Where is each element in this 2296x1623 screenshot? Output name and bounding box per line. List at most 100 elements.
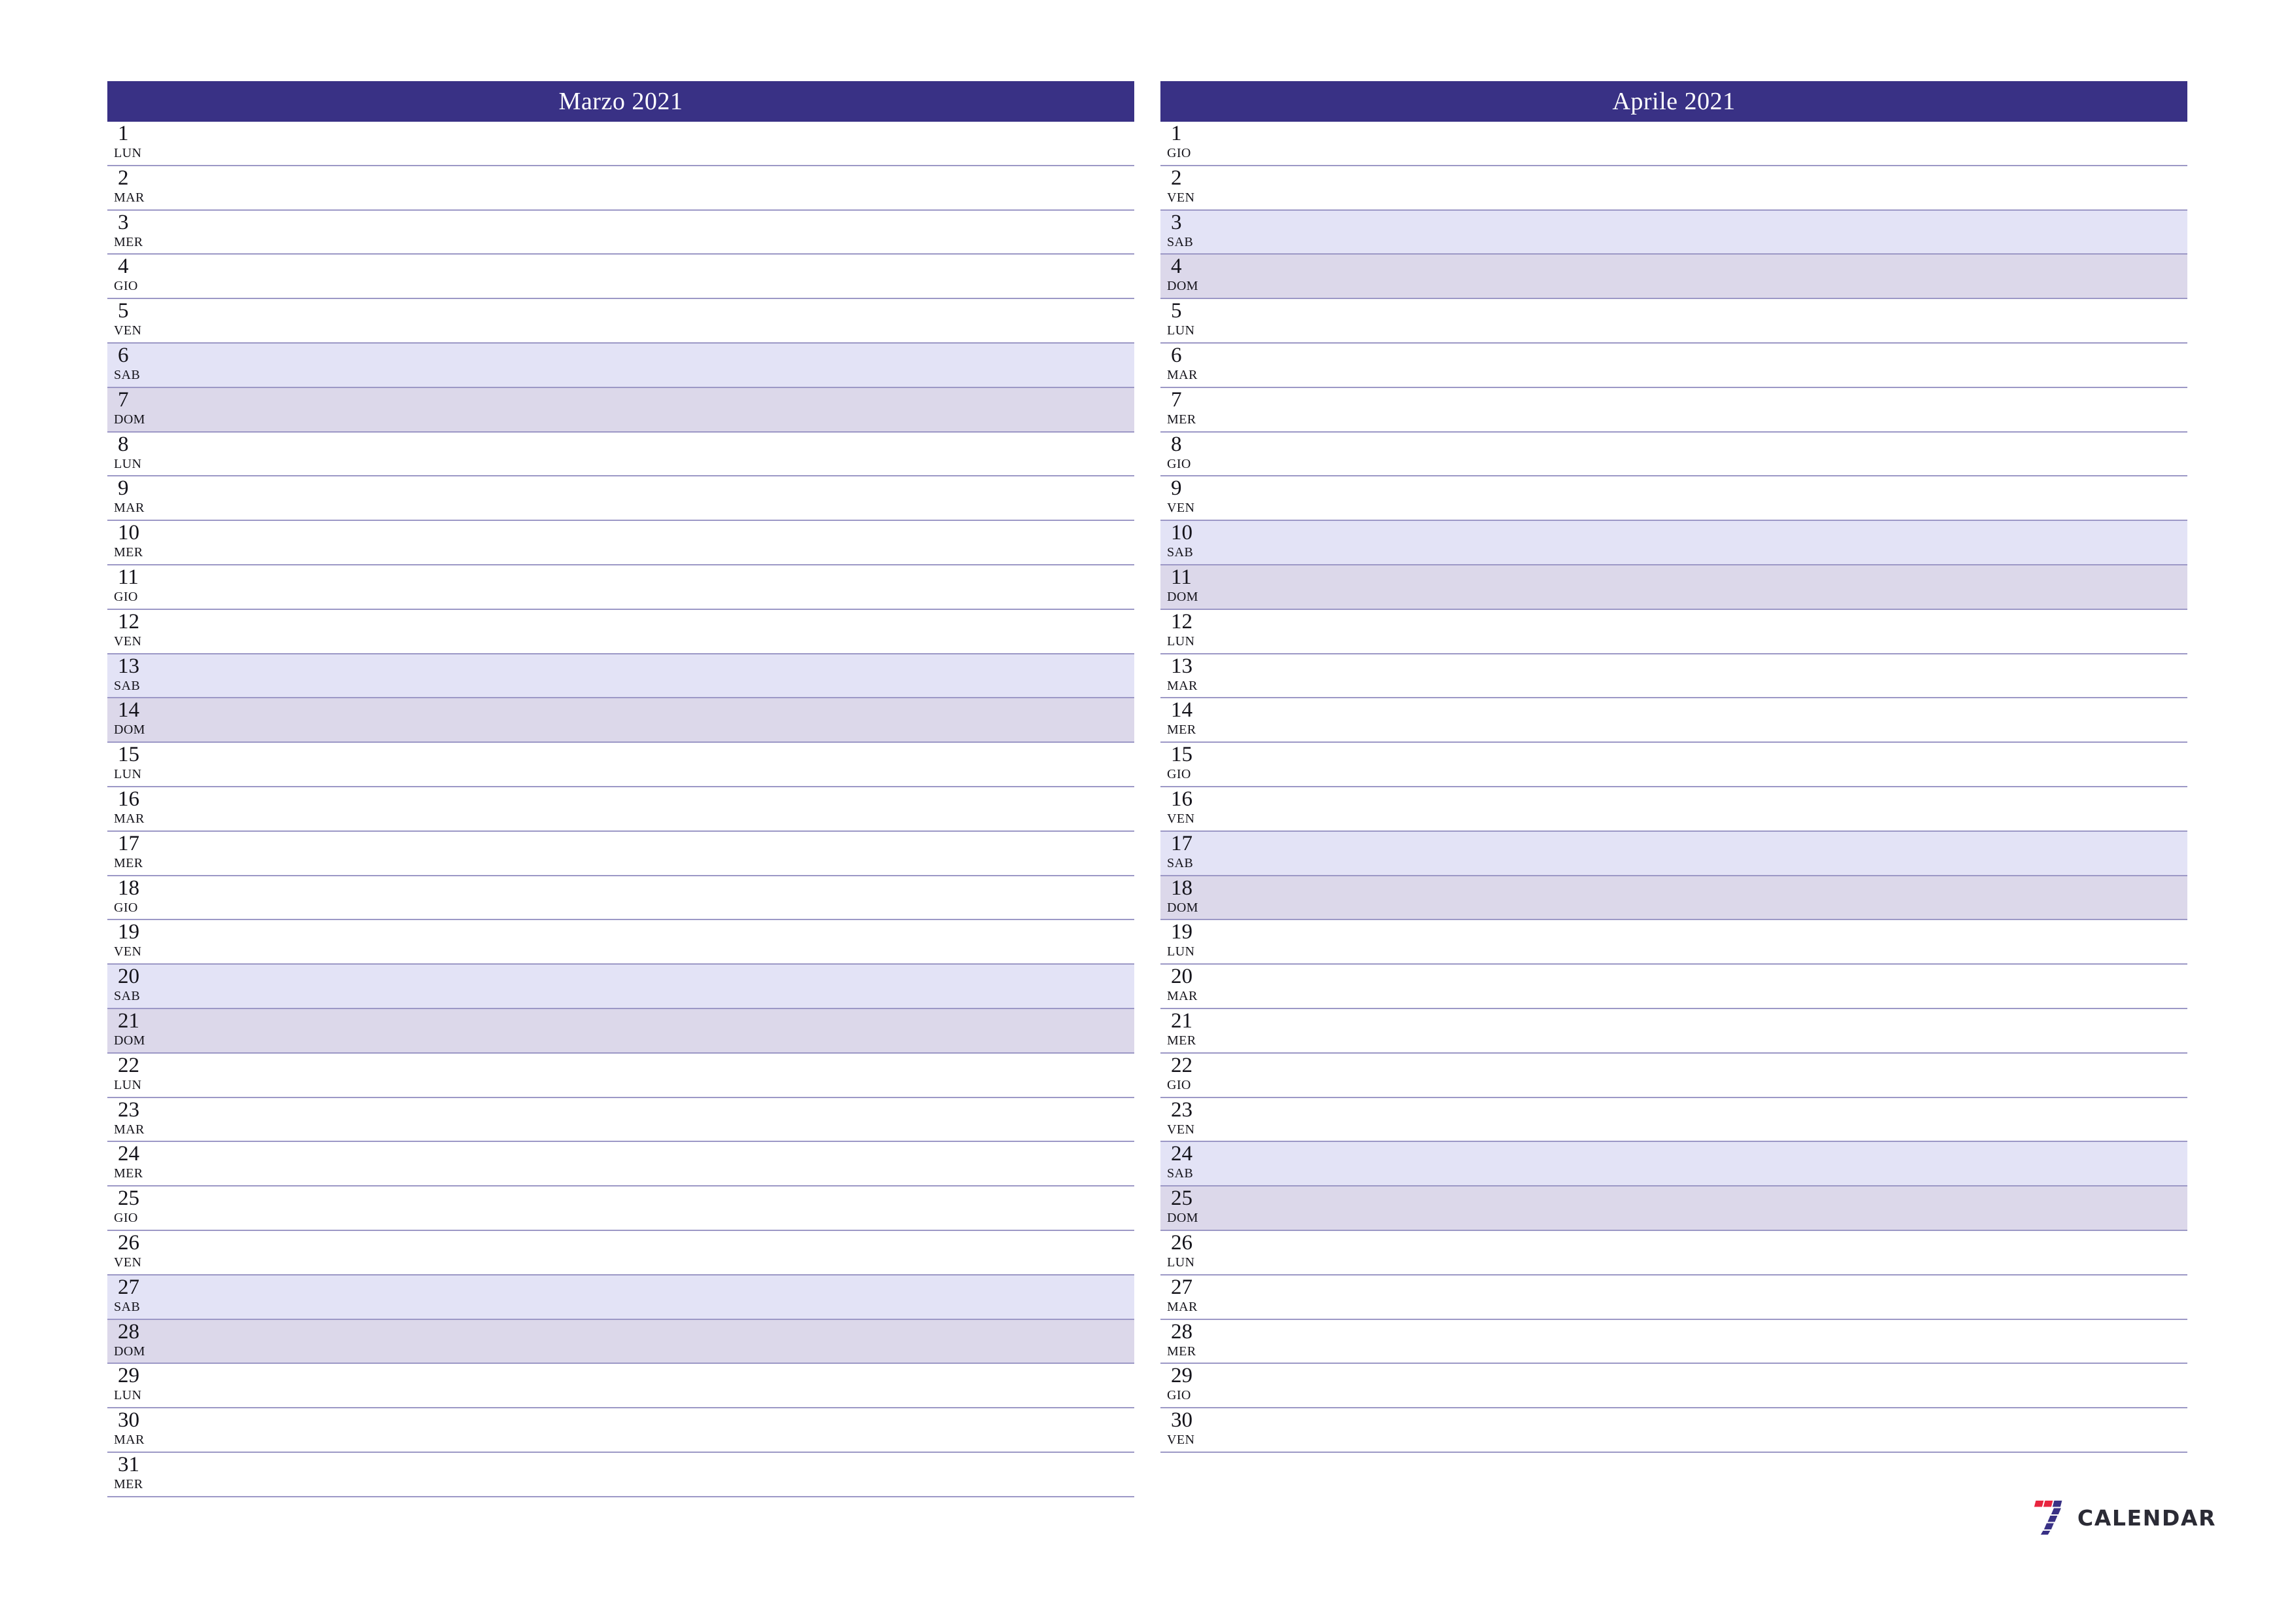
day-note-area[interactable] (186, 1275, 1134, 1319)
day-row[interactable]: 2 VEN (1160, 166, 2187, 211)
day-row[interactable]: 3 MER (107, 210, 1134, 255)
day-note-area[interactable] (186, 299, 1134, 342)
day-row[interactable]: 25 DOM (1160, 1186, 2187, 1231)
day-row[interactable]: 26 LUN (1160, 1230, 2187, 1275)
day-row[interactable]: 7 MER (1160, 387, 2187, 433)
day-note-area[interactable] (1239, 1364, 2187, 1407)
day-row[interactable]: 17 MER (107, 831, 1134, 876)
day-note-area[interactable] (186, 521, 1134, 564)
day-note-area[interactable] (1239, 344, 2187, 387)
day-row[interactable]: 19 LUN (1160, 920, 2187, 965)
day-row[interactable]: 16 MAR (107, 787, 1134, 832)
day-note-area[interactable] (1239, 920, 2187, 963)
day-note-area[interactable] (1239, 565, 2187, 609)
day-row[interactable]: 15 GIO (1160, 743, 2187, 787)
day-note-area[interactable] (186, 1098, 1134, 1141)
day-row[interactable]: 12 VEN (107, 609, 1134, 654)
day-row[interactable]: 30 VEN (1160, 1408, 2187, 1453)
day-note-area[interactable] (1239, 388, 2187, 431)
day-note-area[interactable] (1239, 610, 2187, 653)
day-row[interactable]: 29 GIO (1160, 1364, 2187, 1409)
day-note-area[interactable] (186, 565, 1134, 609)
day-note-area[interactable] (186, 876, 1134, 919)
day-row[interactable]: 14 MER (1160, 698, 2187, 743)
day-note-area[interactable] (1239, 876, 2187, 919)
day-row[interactable]: 18 DOM (1160, 876, 2187, 921)
day-note-area[interactable] (1239, 965, 2187, 1008)
day-row[interactable]: 20 MAR (1160, 965, 2187, 1009)
day-row[interactable]: 1 LUN (107, 122, 1134, 166)
day-row[interactable]: 24 SAB (1160, 1142, 2187, 1187)
day-note-area[interactable] (1239, 1009, 2187, 1052)
day-note-area[interactable] (1239, 743, 2187, 786)
day-note-area[interactable] (1239, 654, 2187, 698)
day-row[interactable]: 27 SAB (107, 1275, 1134, 1320)
day-row[interactable]: 2 MAR (107, 166, 1134, 211)
day-note-area[interactable] (1239, 521, 2187, 564)
day-note-area[interactable] (186, 1231, 1134, 1274)
day-note-area[interactable] (1239, 166, 2187, 209)
day-note-area[interactable] (186, 965, 1134, 1008)
day-row[interactable]: 6 MAR (1160, 343, 2187, 388)
day-row[interactable]: 4 DOM (1160, 255, 2187, 300)
day-row[interactable]: 31 MER (107, 1452, 1134, 1497)
day-row[interactable]: 24 MER (107, 1142, 1134, 1187)
day-note-area[interactable] (1239, 1098, 2187, 1141)
day-row[interactable]: 5 VEN (107, 299, 1134, 344)
day-row[interactable]: 1 GIO (1160, 122, 2187, 166)
day-row[interactable]: 23 VEN (1160, 1097, 2187, 1143)
day-note-area[interactable] (1239, 1275, 2187, 1319)
day-note-area[interactable] (186, 654, 1134, 698)
day-note-area[interactable] (1239, 1320, 2187, 1363)
day-row[interactable]: 26 VEN (107, 1230, 1134, 1275)
day-note-area[interactable] (1239, 1142, 2187, 1185)
day-row[interactable]: 27 MAR (1160, 1275, 2187, 1320)
day-note-area[interactable] (186, 1364, 1134, 1407)
day-row[interactable]: 25 GIO (107, 1186, 1134, 1231)
day-note-area[interactable] (186, 433, 1134, 476)
day-row[interactable]: 21 MER (1160, 1008, 2187, 1054)
day-note-area[interactable] (1239, 476, 2187, 520)
day-note-area[interactable] (1239, 832, 2187, 875)
day-row[interactable]: 12 LUN (1160, 609, 2187, 654)
day-row[interactable]: 14 DOM (107, 698, 1134, 743)
day-note-area[interactable] (1239, 1231, 2187, 1274)
day-note-area[interactable] (186, 1408, 1134, 1452)
day-row[interactable]: 13 SAB (107, 654, 1134, 699)
day-note-area[interactable] (186, 255, 1134, 298)
day-note-area[interactable] (186, 166, 1134, 209)
day-row[interactable]: 10 MER (107, 521, 1134, 565)
day-note-area[interactable] (186, 743, 1134, 786)
day-row[interactable]: 18 GIO (107, 876, 1134, 921)
day-row[interactable]: 28 DOM (107, 1319, 1134, 1364)
day-note-area[interactable] (186, 787, 1134, 830)
day-note-area[interactable] (1239, 299, 2187, 342)
day-row[interactable]: 8 LUN (107, 432, 1134, 477)
day-note-area[interactable] (186, 344, 1134, 387)
day-row[interactable]: 20 SAB (107, 965, 1134, 1009)
day-row[interactable]: 22 LUN (107, 1053, 1134, 1098)
day-note-area[interactable] (1239, 1054, 2187, 1097)
day-row[interactable]: 11 DOM (1160, 565, 2187, 610)
day-row[interactable]: 19 VEN (107, 920, 1134, 965)
day-note-area[interactable] (1239, 211, 2187, 254)
day-row[interactable]: 21 DOM (107, 1008, 1134, 1054)
day-note-area[interactable] (1239, 1186, 2187, 1230)
day-row[interactable]: 10 SAB (1160, 521, 2187, 565)
day-row[interactable]: 23 MAR (107, 1097, 1134, 1143)
day-note-area[interactable] (186, 832, 1134, 875)
day-row[interactable]: 28 MER (1160, 1319, 2187, 1364)
day-row[interactable]: 6 SAB (107, 343, 1134, 388)
day-row[interactable]: 3 SAB (1160, 210, 2187, 255)
day-note-area[interactable] (186, 1054, 1134, 1097)
day-row[interactable]: 11 GIO (107, 565, 1134, 610)
day-row[interactable]: 16 VEN (1160, 787, 2187, 832)
day-note-area[interactable] (186, 1186, 1134, 1230)
day-note-area[interactable] (1239, 698, 2187, 741)
day-note-area[interactable] (186, 211, 1134, 254)
day-note-area[interactable] (186, 122, 1134, 165)
day-note-area[interactable] (1239, 122, 2187, 165)
day-note-area[interactable] (1239, 787, 2187, 830)
day-note-area[interactable] (1239, 433, 2187, 476)
day-note-area[interactable] (186, 920, 1134, 963)
